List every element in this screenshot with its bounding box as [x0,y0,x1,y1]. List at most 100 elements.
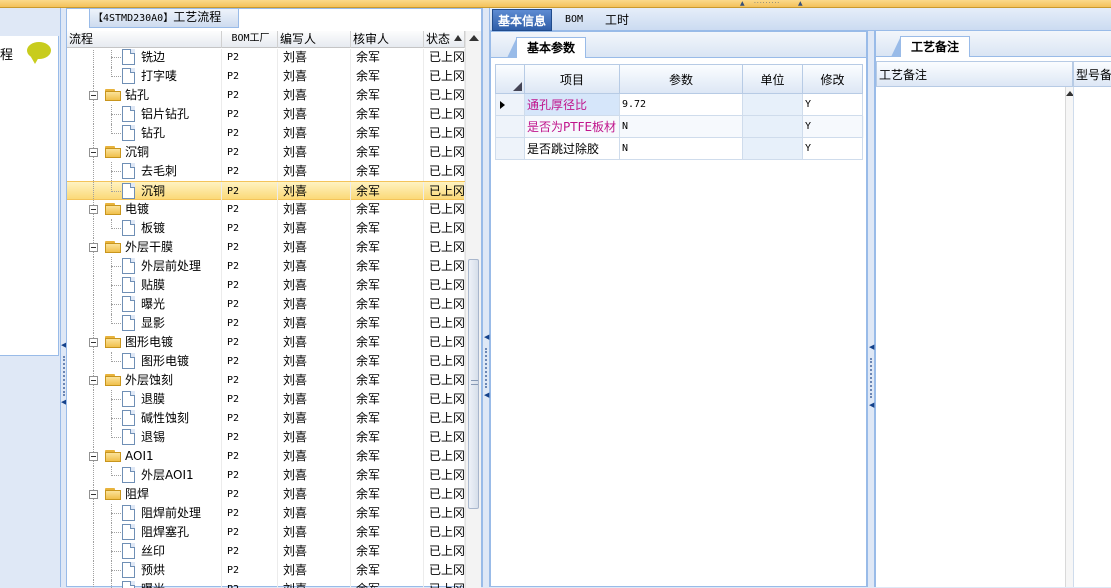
tree-folder-row[interactable]: 沉铜 P2 刘喜 余军 已上冈 [67,143,465,162]
tree-node-label[interactable]: 阻焊塞孔 [141,523,189,542]
cell-modify[interactable]: Y [803,94,863,116]
tab-work-hours[interactable]: 工时 [600,9,634,31]
cell-param[interactable]: N [620,116,743,138]
collapse-left-arrow-icon[interactable]: ◀ [869,343,874,351]
collapse-arrow-icon[interactable]: ▲ [798,1,803,7]
collapse-toggle-icon[interactable] [89,148,98,157]
tab-bom[interactable]: BOM [560,9,588,31]
tree-leaf-row[interactable]: 铝片钻孔 P2 刘喜 余军 已上冈 [67,105,465,124]
tree-leaf-row[interactable]: 去毛刺 P2 刘喜 余军 已上冈 [67,162,465,181]
top-splitter-bar[interactable]: ▲ ········· ▲ [0,0,1111,8]
tree-node-label[interactable]: 铣边 [141,49,165,67]
tree-folder-row[interactable]: 外层蚀刻 P2 刘喜 余军 已上冈 [67,371,465,390]
cell-item[interactable]: 是否为PTFE板材 [525,116,620,138]
tree-leaf-row[interactable]: 丝印 P2 刘喜 余军 已上冈 [67,542,465,561]
chat-bubble-icon[interactable] [27,42,51,64]
tree-node-label[interactable]: 钻孔 [125,86,149,105]
collapse-left-arrow-icon[interactable]: ◀ [484,391,489,399]
tree-node-label[interactable]: 外层前处理 [141,257,201,276]
cell-param[interactable]: N [620,138,743,160]
column-header-status-cell[interactable]: 状态 [424,31,465,48]
tab-basic-info[interactable]: 基本信息 [492,9,553,31]
column-header-reviewer[interactable]: 核审人 [351,31,424,48]
cell-item[interactable]: 通孔厚径比 [525,94,620,116]
tree-node-label[interactable]: 显影 [141,314,165,333]
params-row[interactable]: 通孔厚径比 9.72 Y [495,94,864,116]
tree-leaf-row[interactable]: 曝光 P2刘喜余军已上冈 [67,295,465,314]
tree-leaf-row[interactable]: 退膜 P2 刘喜 余军 已上冈 [67,390,465,409]
notes-vertical-scrollbar[interactable] [1065,87,1074,587]
params-row[interactable]: 是否为PTFE板材 N Y [495,116,864,138]
tree-node-label[interactable]: 预烘 [141,561,165,580]
collapse-toggle-icon[interactable] [89,452,98,461]
tree-leaf-row[interactable]: 显影 P2 刘喜 余军 已上冈 [67,314,465,333]
tree-leaf-row[interactable]: 外层AOI1 P2 刘喜 余军 已上冈 [67,466,465,485]
subtab-process-notes[interactable]: 工艺备注 [890,36,971,57]
cell-unit[interactable] [743,138,803,160]
tree-node-label[interactable]: 铝片钻孔 [141,105,189,124]
grid-header-item[interactable]: 项目 [525,64,620,94]
column-header-bom[interactable]: BOM工厂 [222,31,278,48]
grid-header-unit[interactable]: 单位 [743,64,803,94]
cell-param[interactable]: 9.72 [620,94,743,116]
tree-node-label[interactable]: 沉铜 [125,143,149,162]
tree-node-label[interactable]: 图形电镀 [141,352,189,371]
row-header[interactable] [495,116,525,138]
tree-leaf-row[interactable]: 阻焊前处理 P2 刘喜 余军 已上冈 [67,504,465,523]
tree-folder-row[interactable]: 阻焊 P2 刘喜 余军 已上冈 [67,485,465,504]
grid-header-param[interactable]: 参数 [620,64,743,94]
collapse-arrow-icon[interactable]: ▲ [740,1,745,7]
tree-leaf-row[interactable]: 外层前处理 P2 刘喜 余军 已上冈 [67,257,465,276]
tree-folder-row[interactable]: 图形电镀 P2 刘喜 余军 已上冈 [67,333,465,352]
cell-unit[interactable] [743,94,803,116]
cell-unit[interactable] [743,116,803,138]
tree-node-label[interactable]: 贴膜 [141,276,165,295]
tree-node-label[interactable]: 曝光 [141,295,165,314]
tree-leaf-row[interactable]: 预烘 P2 刘喜 余军 已上冈 [67,561,465,580]
tree-leaf-row[interactable]: 贴膜 P2 刘喜 余军 已上冈 [67,276,465,295]
tree-node-label[interactable]: 退膜 [141,390,165,409]
cell-modify[interactable]: Y [803,116,863,138]
sort-ascending-icon[interactable] [454,35,462,41]
tree-folder-row[interactable]: 外层干膜 P2 刘喜 余军 已上冈 [67,238,465,257]
collapse-toggle-icon[interactable] [89,91,98,100]
tree-folder-row[interactable]: 钻孔 P2 刘喜 余军 已上冈 [67,86,465,105]
tree-node-label[interactable]: 钻孔 [141,124,165,143]
tree-node-label[interactable]: 外层干膜 [125,238,173,257]
cell-modify[interactable]: Y [803,138,863,160]
tree-node-label[interactable]: 丝印 [141,542,165,561]
collapse-left-arrow-icon[interactable]: ◀ [869,401,874,409]
tree-node-label[interactable]: 电镀 [125,200,149,219]
left-nav-label[interactable]: 程 [0,44,13,63]
grid-corner-select-all[interactable] [495,64,525,94]
tree-node-label[interactable]: 阻焊 [125,485,149,504]
collapse-toggle-icon[interactable] [89,376,98,385]
collapse-toggle-icon[interactable] [89,205,98,214]
collapse-toggle-icon[interactable] [89,243,98,252]
tree-leaf-row[interactable]: 钻孔 P2 刘喜 余军 已上冈 [67,124,465,143]
tree-node-label[interactable]: 板镀 [141,219,165,238]
grid-header-modify[interactable]: 修改 [803,64,863,94]
params-row[interactable]: 是否跳过除胶 N Y [495,138,864,160]
collapse-left-arrow-icon[interactable]: ◀ [484,333,489,341]
scrollbar-thumb[interactable] [468,259,479,509]
notes-header-model-notes[interactable]: 型号备 [1073,61,1111,87]
tree-node-label[interactable]: 阻焊前处理 [141,504,201,523]
tree-node-label[interactable]: 碱性蚀刻 [141,409,189,428]
cell-item[interactable]: 是否跳过除胶 [525,138,620,160]
tree-leaf-row[interactable]: 阻焊塞孔 P2 刘喜 余军 已上冈 [67,523,465,542]
collapse-toggle-icon[interactable] [89,338,98,347]
collapse-toggle-icon[interactable] [89,490,98,499]
tree-node-label[interactable]: 外层AOI1 [141,466,194,485]
scroll-up-arrow-icon[interactable] [469,35,479,41]
tree-leaf-row[interactable]: 碱性蚀刻 P2 刘喜 余军 已上冈 [67,409,465,428]
tree-folder-row[interactable]: AOI1 P2 刘喜 余军 已上冈 [67,447,465,466]
tree-leaf-row[interactable]: 沉铜 P2 刘喜 余军 已上冈 [67,181,465,201]
notes-header-process-notes[interactable]: 工艺备注 [876,61,1073,87]
row-header[interactable] [495,138,525,160]
tree-node-label[interactable]: 去毛刺 [141,162,177,181]
subtab-basic-params[interactable]: 基本参数 [506,37,587,58]
tree-node-label[interactable]: 沉铜 [141,182,165,201]
tree-leaf-row[interactable]: 打字唛 P2 刘喜 余军 已上冈 [67,67,465,86]
tree-leaf-row[interactable]: 图形电镀 P2 刘喜 余军 已上冈 [67,352,465,371]
